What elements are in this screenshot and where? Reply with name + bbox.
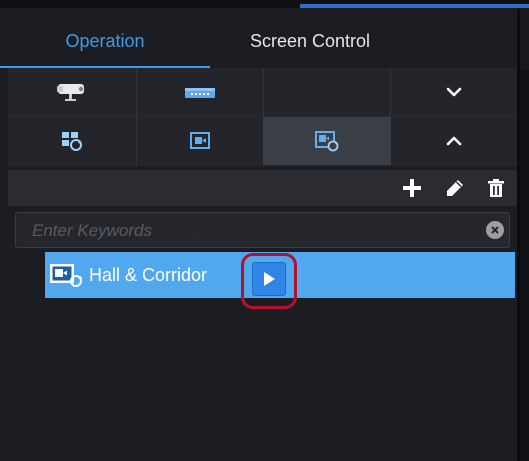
delete-icon: [488, 179, 504, 197]
chevron-down-icon: [446, 87, 462, 97]
play-icon: [264, 272, 275, 286]
camera-filter-button[interactable]: [8, 68, 136, 116]
encoder-filter-button[interactable]: [136, 68, 264, 116]
list-item-label: Hall & Corridor: [89, 265, 208, 285]
video-playback-icon: [315, 131, 339, 152]
list-toolbar: [8, 170, 517, 206]
vertical-scrollbar[interactable]: [520, 70, 529, 461]
playback-filter-button[interactable]: [263, 117, 391, 165]
video-window-icon: [190, 132, 210, 149]
add-icon: [403, 179, 421, 197]
scene-icon: [62, 132, 82, 151]
tab-bar: Operation Screen Control: [0, 10, 517, 68]
device-type-grid: [8, 68, 517, 166]
video-window-filter-button[interactable]: [136, 117, 264, 165]
tab-screen-control[interactable]: Screen Control: [210, 10, 410, 62]
expand-button[interactable]: [390, 68, 518, 116]
collapse-button[interactable]: [390, 117, 518, 165]
window-top-strip: [0, 0, 529, 8]
add-button[interactable]: [398, 174, 426, 202]
play-button[interactable]: [252, 262, 286, 296]
edit-icon: [447, 180, 463, 196]
search-input[interactable]: [30, 213, 474, 249]
scene-filter-button[interactable]: [8, 117, 136, 165]
close-icon: [491, 226, 499, 234]
scene-playback-icon: [50, 264, 83, 287]
clear-search-button[interactable]: [486, 221, 504, 239]
encoder-device-icon: [185, 88, 215, 98]
delete-button[interactable]: [482, 174, 510, 202]
chevron-up-icon: [446, 136, 462, 146]
search-box: [15, 212, 510, 249]
camera-icon: [57, 84, 84, 101]
grid-empty-cell: [263, 68, 391, 116]
edit-button[interactable]: [441, 174, 469, 202]
tab-operation[interactable]: Operation: [0, 10, 210, 62]
